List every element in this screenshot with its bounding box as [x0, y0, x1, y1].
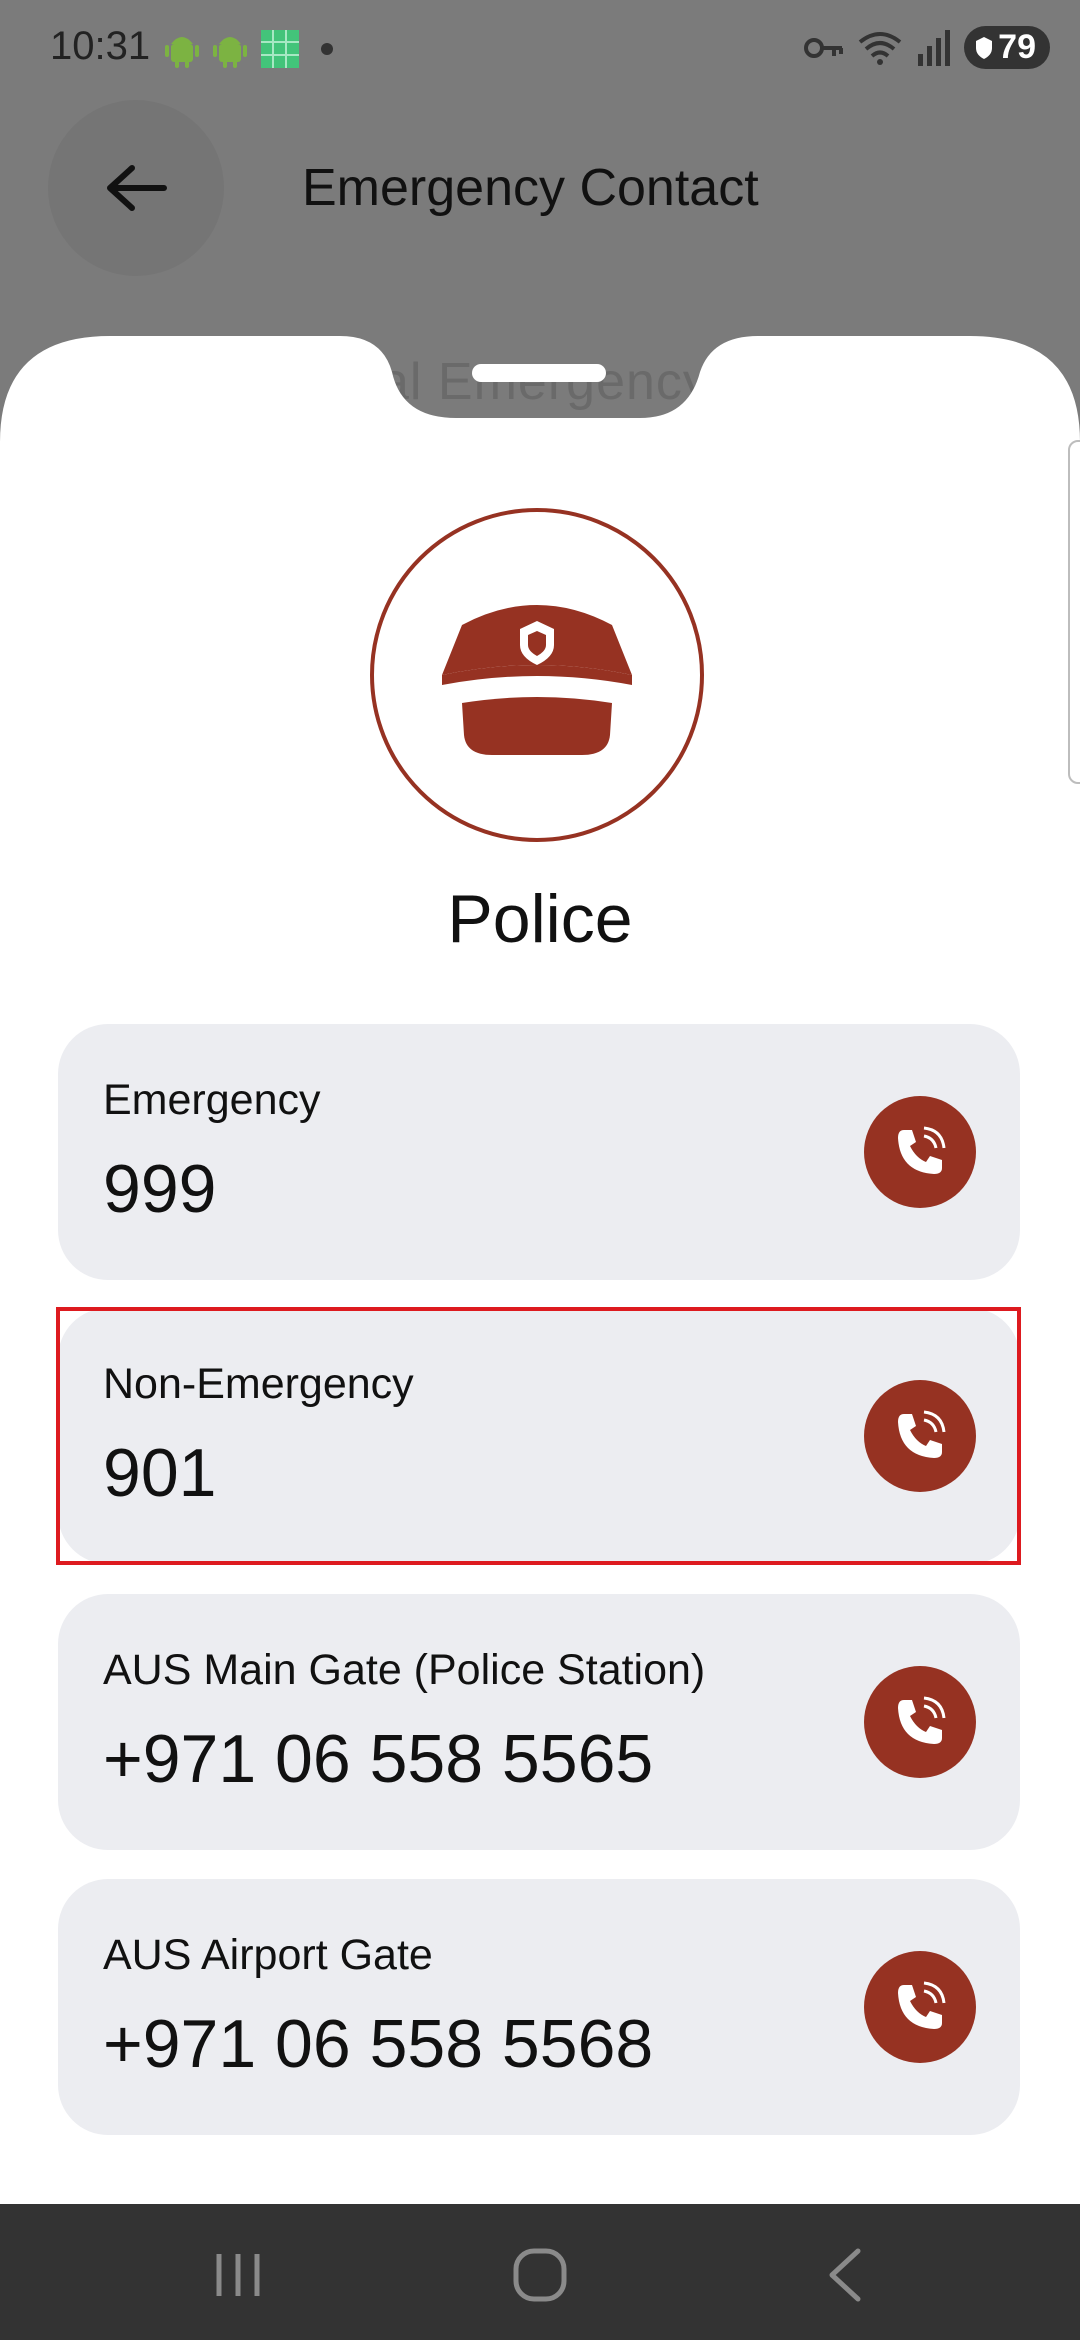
- system-nav-bar: [0, 2204, 1080, 2340]
- call-button[interactable]: [864, 1951, 976, 2063]
- phone-call-icon: [898, 1126, 946, 1174]
- recents-button[interactable]: [198, 2240, 278, 2310]
- contact-number: +971 06 558 5568: [103, 2006, 654, 2082]
- battery-saver-icon: [976, 36, 993, 59]
- wifi-icon: [858, 31, 902, 65]
- phone-call-icon: [898, 1981, 946, 2029]
- back-nav-icon: [829, 2248, 861, 2302]
- contact-label: Emergency: [103, 1076, 321, 1124]
- signal-icon: [918, 29, 951, 66]
- phone-call-icon: [898, 1696, 946, 1744]
- contact-number: +971 06 558 5565: [103, 1721, 654, 1797]
- scrollbar[interactable]: [1068, 440, 1080, 784]
- sheets-icon: [261, 30, 299, 68]
- contact-card-main-gate: AUS Main Gate (Police Station) +971 06 5…: [58, 1594, 1020, 1850]
- back-nav-button[interactable]: [804, 2240, 884, 2310]
- notification-icons: [165, 30, 333, 68]
- home-button[interactable]: [500, 2240, 580, 2310]
- system-icons: 79: [804, 26, 1050, 69]
- android-icon: [165, 37, 199, 68]
- selection-highlight: [56, 1307, 1021, 1565]
- contact-label: AUS Airport Gate: [103, 1931, 433, 1979]
- android-icon: [213, 37, 247, 68]
- battery-indicator: 79: [964, 26, 1050, 69]
- page-title: Emergency Contact: [302, 159, 759, 217]
- home-icon: [513, 2248, 567, 2302]
- status-time: 10:31: [50, 24, 151, 68]
- contact-label: AUS Main Gate (Police Station): [103, 1646, 706, 1694]
- status-bar: 10:31 79: [0, 0, 1080, 100]
- battery-level: 79: [998, 28, 1036, 66]
- police-cap-icon: [442, 605, 632, 755]
- recents-icon: [216, 2254, 260, 2296]
- vpn-key-icon: [804, 37, 844, 58]
- sheet-drag-handle[interactable]: [472, 364, 606, 382]
- arrow-left-icon: [107, 165, 167, 211]
- call-button[interactable]: [864, 1666, 976, 1778]
- more-notifications-icon: [321, 43, 333, 55]
- back-button[interactable]: [48, 100, 224, 276]
- call-button[interactable]: [864, 1096, 976, 1208]
- contact-card-emergency: Emergency 999: [58, 1024, 1020, 1280]
- contact-number: 999: [103, 1151, 217, 1227]
- contact-card-airport-gate: AUS Airport Gate +971 06 558 5568: [58, 1879, 1020, 2135]
- category-avatar: [370, 508, 704, 842]
- category-title: Police: [447, 881, 633, 957]
